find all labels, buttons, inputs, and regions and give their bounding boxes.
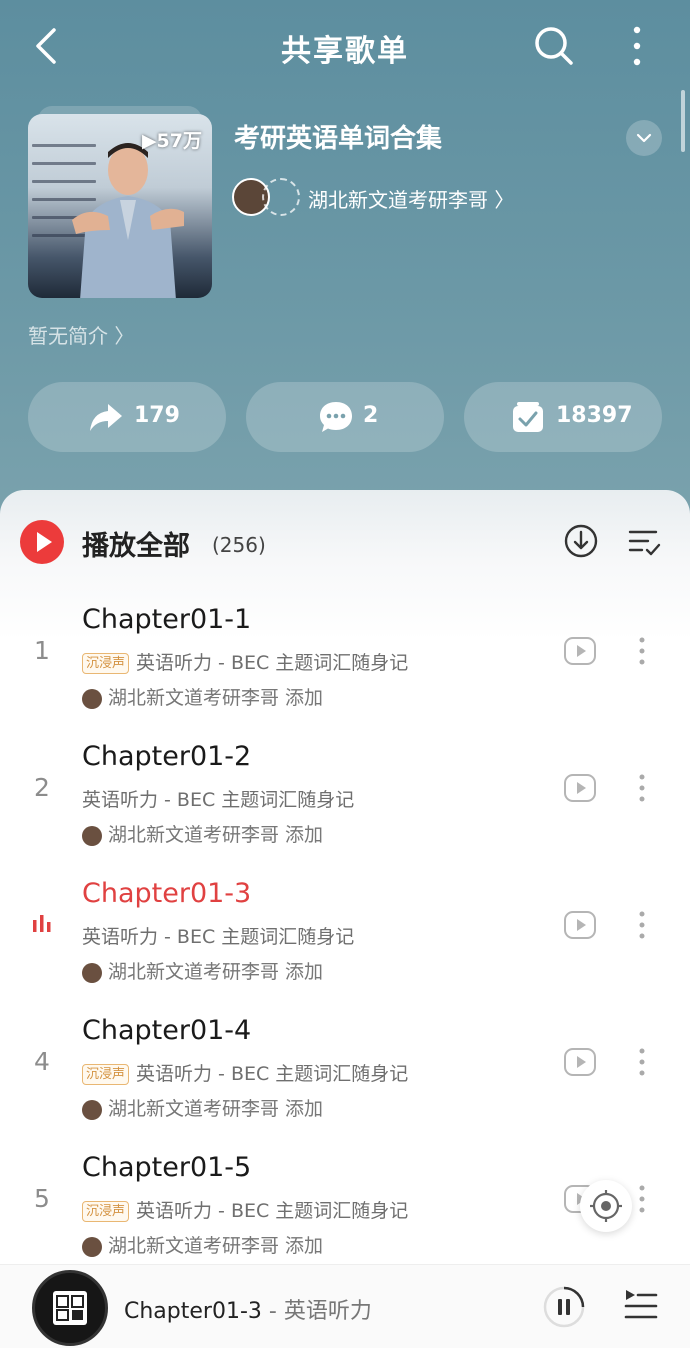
play-all-label[interactable]: 播放全部: [82, 524, 190, 563]
track-count: (256): [212, 533, 266, 557]
search-icon[interactable]: [532, 24, 576, 68]
track-more-icon[interactable]: [632, 1184, 652, 1214]
track-more-icon[interactable]: [632, 910, 652, 940]
pause-icon[interactable]: [542, 1285, 586, 1329]
adder-avatar: [82, 962, 102, 983]
play-count: ▶57万: [141, 130, 202, 152]
track-album: 英语听力 - BEC 主题词汇随身记: [136, 1063, 409, 1085]
collect-count: 18397: [556, 403, 633, 428]
track-info: 沉浸声 英语听力 - BEC 主题词汇随身记: [82, 648, 409, 674]
track-info: 英语听力 - BEC 主题词汇随身记: [82, 922, 355, 948]
adder-text: 湖北新文道考研李哥 添加: [108, 961, 324, 983]
track-added-by: 湖北新文道考研李哥 添加: [82, 957, 324, 983]
track-added-by: 湖北新文道考研李哥 添加: [82, 820, 324, 846]
track-index: 1: [34, 636, 50, 665]
share-button[interactable]: 179: [28, 382, 226, 452]
adder-avatar: [82, 688, 102, 709]
back-icon[interactable]: [28, 24, 68, 68]
multi-select-icon[interactable]: [626, 524, 662, 558]
track-album: 英语听力 - BEC 主题词汇随身记: [136, 1200, 409, 1222]
track-added-by: 湖北新文道考研李哥 添加: [82, 1231, 324, 1257]
adder-text: 湖北新文道考研李哥 添加: [108, 1235, 324, 1257]
video-play-icon[interactable]: [563, 1047, 597, 1077]
track-more-icon[interactable]: [632, 1047, 652, 1077]
share-icon: [90, 404, 122, 431]
track-more-icon[interactable]: [632, 636, 652, 666]
playlist-cover[interactable]: ▶57万: [28, 114, 212, 298]
track-title: Chapter01-2: [82, 741, 252, 772]
track-title: Chapter01-4: [82, 1015, 252, 1046]
track-info: 英语听力 - BEC 主题词汇随身记: [82, 785, 355, 811]
more-options-icon[interactable]: [622, 24, 652, 68]
download-icon[interactable]: [562, 522, 600, 560]
track-row[interactable]: 1 Chapter01-1 沉浸声 英语听力 - BEC 主题词汇随身记湖北新文道考研…: [0, 592, 690, 729]
track-album: 英语听力 - BEC 主题词汇随身记: [82, 789, 355, 811]
collaborator-avatar-placeholder: [262, 178, 300, 216]
adder-text: 湖北新文道考研李哥 添加: [108, 687, 324, 709]
top-bar: 共享歌单: [0, 0, 690, 92]
immersive-sound-badge: 沉浸声: [82, 653, 130, 674]
track-row[interactable]: 2 Chapter01-2 英语听力 - BEC 主题词汇随身记 湖北新文道考研李哥 …: [0, 729, 690, 866]
track-title: Chapter01-3: [82, 878, 252, 909]
description-link[interactable]: 暂无简介 〉: [28, 320, 134, 349]
expand-icon[interactable]: [626, 120, 662, 156]
comment-icon: [320, 402, 352, 432]
creator-name: 湖北新文道考研李哥 〉: [308, 188, 515, 212]
track-info: 沉浸声 英语听力 - BEC 主题词汇随身记: [82, 1059, 409, 1085]
track-index: 5: [34, 1184, 50, 1213]
immersive-sound-badge: 沉浸声: [82, 1064, 130, 1085]
adder-text: 湖北新文道考研李哥 添加: [108, 824, 324, 846]
track-info: 沉浸声 英语听力 - BEC 主题词汇随身记: [82, 1196, 409, 1222]
track-title: Chapter01-5: [82, 1152, 252, 1183]
track-added-by: 湖北新文道考研李哥 添加: [82, 1094, 324, 1120]
track-added-by: 湖北新文道考研李哥 添加: [82, 683, 324, 709]
mini-player-artist: - 英语听力: [261, 1299, 372, 1324]
share-count: 179: [134, 403, 180, 428]
adder-avatar: [82, 1099, 102, 1120]
track-row[interactable]: Chapter01-3 英语听力 - BEC 主题词汇随身记 湖北新文道考研李哥 添…: [0, 866, 690, 1003]
cover-person-image: [72, 143, 184, 298]
locate-current-icon[interactable]: [580, 1180, 632, 1232]
creator-link[interactable]: 湖北新文道考研李哥 〉: [232, 176, 532, 218]
track-album: 英语听力 - BEC 主题词汇随身记: [82, 926, 355, 948]
playlist-queue-icon[interactable]: [622, 1287, 660, 1325]
video-play-icon[interactable]: [563, 910, 597, 940]
comment-button[interactable]: 2: [246, 382, 444, 452]
now-playing-disc[interactable]: [32, 1270, 108, 1346]
page-title: 共享歌单: [281, 34, 409, 69]
track-more-icon[interactable]: [632, 773, 652, 803]
adder-avatar: [82, 825, 102, 846]
video-play-icon[interactable]: [563, 636, 597, 666]
track-title: Chapter01-1: [82, 604, 252, 635]
track-row[interactable]: 4 Chapter01-4 沉浸声 英语听力 - BEC 主题词汇随身记湖北新文道考研…: [0, 1003, 690, 1140]
collect-button[interactable]: 18397: [464, 382, 662, 452]
adder-text: 湖北新文道考研李哥 添加: [108, 1098, 324, 1120]
collect-icon: [513, 402, 543, 432]
mini-player-song: Chapter01-3: [124, 1299, 262, 1324]
play-all-icon[interactable]: [20, 520, 64, 564]
track-index: 2: [34, 773, 50, 802]
track-album: 英语听力 - BEC 主题词汇随身记: [136, 652, 409, 674]
video-play-icon[interactable]: [563, 773, 597, 803]
adder-avatar: [82, 1236, 102, 1257]
now-playing-icon: [33, 915, 51, 932]
mini-player-title: Chapter01-3 - 英语听力: [124, 1293, 372, 1325]
immersive-sound-badge: 沉浸声: [82, 1201, 130, 1222]
track-index: 4: [34, 1047, 50, 1076]
scrollbar[interactable]: [681, 90, 685, 152]
playlist-name: 考研英语单词合集: [234, 124, 443, 154]
album-art: [53, 1291, 87, 1325]
comment-count: 2: [363, 403, 379, 428]
